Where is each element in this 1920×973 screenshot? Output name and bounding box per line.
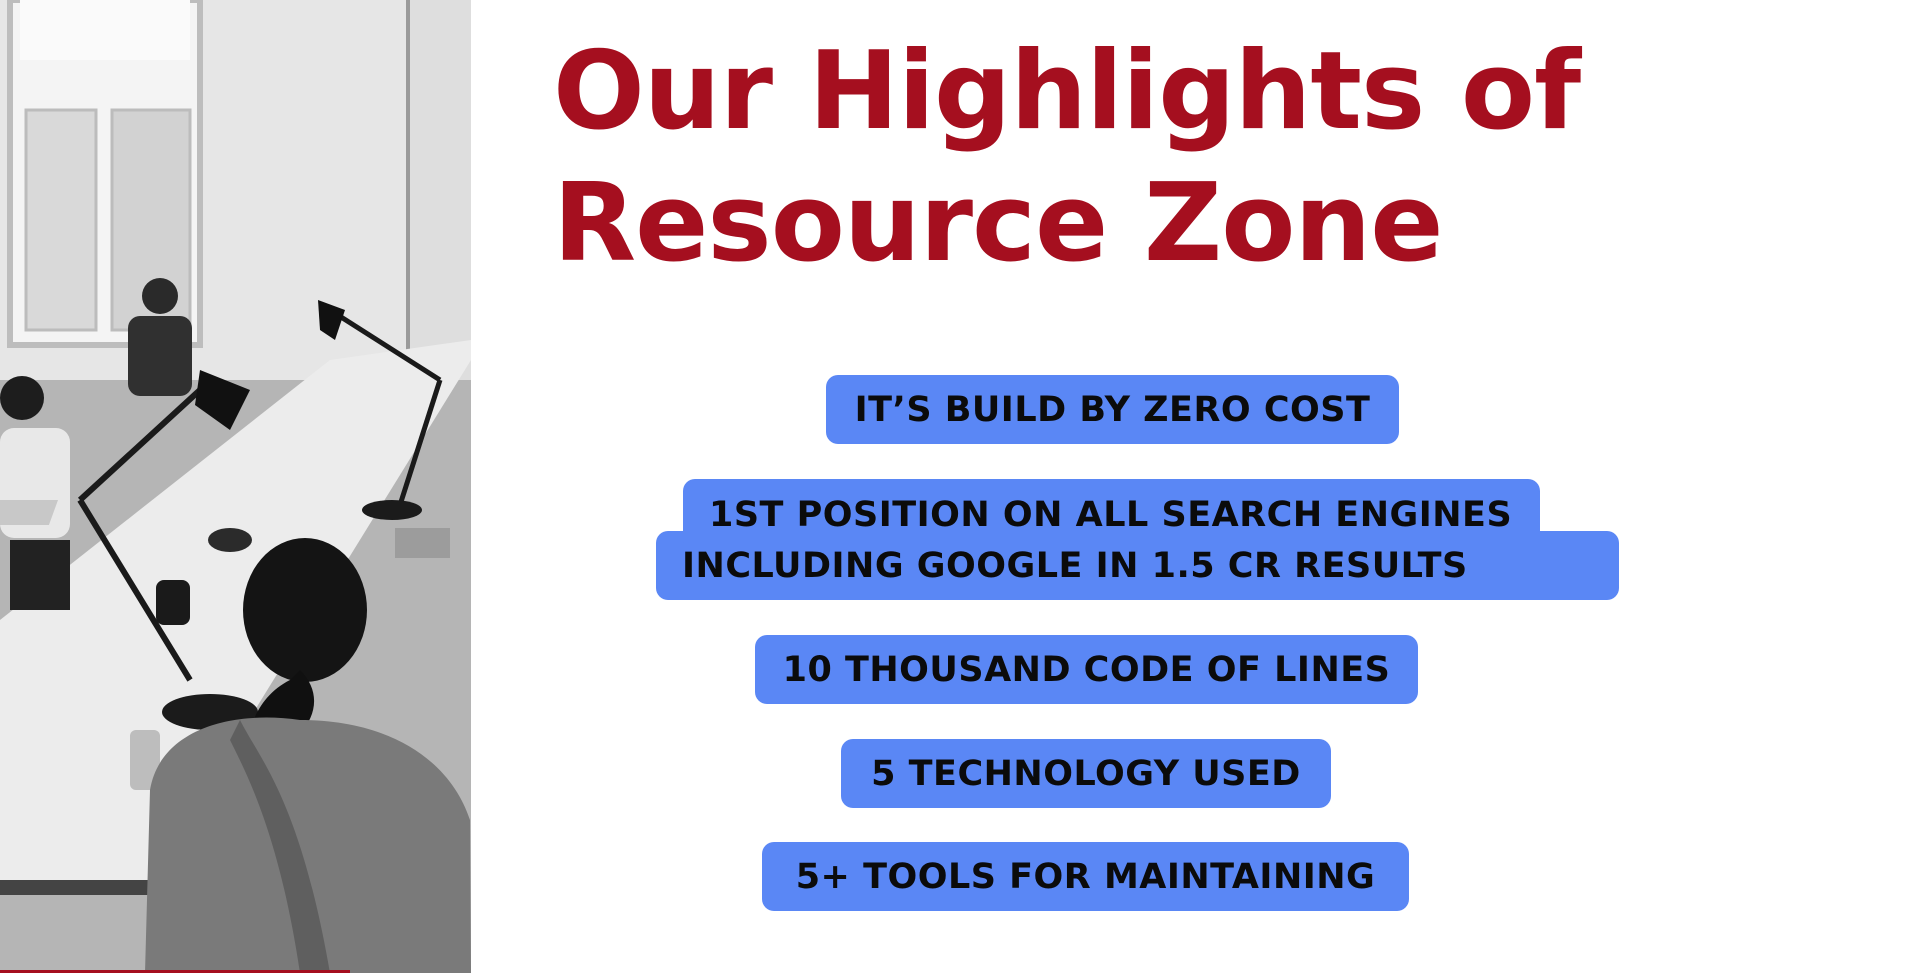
page-title-line-2: Resource Zone [553, 161, 1444, 286]
highlight-maintenance-tools: 5+ TOOLS FOR MAINTAINING [762, 842, 1409, 911]
highlight-label: IT’S BUILD BY ZERO COST [854, 389, 1371, 430]
highlight-search-engines-line-1: 1ST POSITION ON ALL SEARCH ENGINES [683, 479, 1540, 551]
highlight-label: INCLUDING GOOGLE IN 1.5 CR RESULTS [682, 545, 1468, 586]
office-photo [0, 0, 471, 973]
highlight-label: 5 TECHNOLOGY USED [871, 753, 1301, 794]
office-photo-illustration [0, 0, 471, 973]
page-title-line-1: Our Highlights of [553, 29, 1581, 154]
highlight-label: 10 THOUSAND CODE OF LINES [782, 649, 1391, 690]
highlight-zero-cost: IT’S BUILD BY ZERO COST [826, 375, 1399, 444]
highlight-code-lines: 10 THOUSAND CODE OF LINES [755, 635, 1418, 704]
page-title: Our Highlights of Resource Zone [553, 26, 1853, 290]
highlight-label: 5+ TOOLS FOR MAINTAINING [795, 856, 1376, 897]
highlight-technology-used: 5 TECHNOLOGY USED [841, 739, 1331, 808]
highlight-label: 1ST POSITION ON ALL SEARCH ENGINES [709, 495, 1513, 535]
